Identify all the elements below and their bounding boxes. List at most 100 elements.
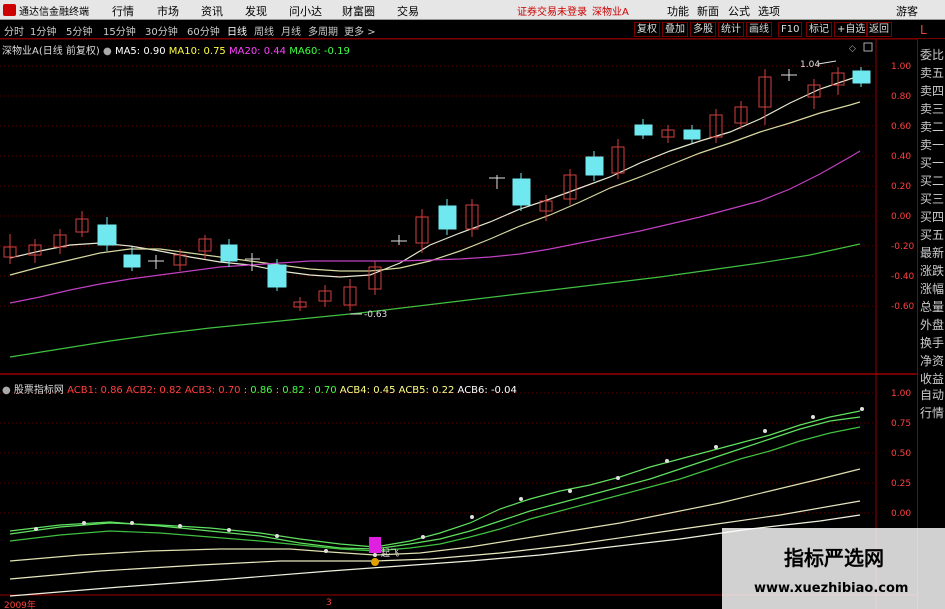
panel-buy1[interactable]: 买一 [920, 154, 945, 171]
panel-latest[interactable]: 最新 [920, 244, 945, 261]
panel-sell4[interactable]: 卖四 [920, 82, 945, 99]
tool-tongji[interactable]: 统计 [718, 22, 744, 37]
current-stock: 深物业A [592, 7, 629, 18]
acb-g2-label: : 0.82 [275, 385, 305, 396]
tool-f10[interactable]: F10 [778, 22, 803, 37]
panel-market[interactable]: 行情 [920, 404, 945, 421]
ma20-label: MA20: 0.44 [228, 46, 286, 57]
price-tick: 0.60 [891, 122, 912, 132]
diamond-icon[interactable]: ◇ [849, 44, 856, 54]
panel-buy2[interactable]: 买二 [920, 172, 945, 189]
panel-sell1[interactable]: 卖一 [920, 136, 945, 153]
signal-coin-icon [371, 558, 379, 566]
price-tick: -0.20 [891, 242, 915, 252]
right-info-panel: L 委比 卖五 卖四 卖三 卖二 卖一 买一 买二 买三 买四 买五 最新 涨跌… [917, 23, 945, 609]
acb5-label: ACB5: 0.22 [398, 385, 455, 396]
period-15min[interactable]: 15分钟 [103, 23, 136, 38]
panel-buy5[interactable]: 买五 [920, 226, 945, 243]
ma10-label: MA10: 0.75 [168, 46, 226, 57]
panel-change-pct[interactable]: 涨幅 [920, 280, 945, 297]
menu-item-gongshi[interactable]: 公式 [728, 3, 750, 19]
indicator-tick: 0.75 [891, 419, 912, 429]
period-1min[interactable]: 1分钟 [30, 23, 56, 38]
menu-item-wenxiaoda[interactable]: 问小达 [289, 3, 322, 19]
menu-item-hangqing[interactable]: 行情 [112, 3, 134, 19]
tool-fanhui[interactable]: 返回 [866, 22, 892, 37]
panel-buy3[interactable]: 买三 [920, 190, 945, 207]
ma60-label: MA60: -0.19 [289, 46, 350, 57]
chart-area: 1.04 -0.63 起飞 ◇ [0, 39, 917, 609]
tool-zixuan[interactable]: +自选 [834, 22, 869, 37]
panel-sell3[interactable]: 卖三 [920, 100, 945, 117]
period-weekly[interactable]: 周线 [254, 23, 274, 38]
period-daily[interactable]: 日线 [227, 23, 247, 38]
panel-turnover[interactable]: 换手 [920, 334, 945, 351]
indicator-tick: 1.00 [891, 389, 912, 399]
acb1-label: ACB1: 0.86 [67, 385, 123, 396]
tool-huaxian[interactable]: 画线 [746, 22, 772, 37]
period-30min[interactable]: 30分钟 [145, 23, 178, 38]
panel-netasset[interactable]: 净资 [920, 352, 945, 369]
ma20-line [9, 150, 861, 304]
tool-fuquan[interactable]: 复权 [634, 22, 660, 37]
tool-diejia[interactable]: 叠加 [662, 22, 688, 37]
acb6-label: ACB6: -0.04 [457, 385, 517, 396]
panel-auto[interactable]: 自动 [920, 386, 945, 403]
menu-item-xuanxiang[interactable]: 选项 [758, 3, 780, 19]
menu-item-xinmian[interactable]: 新面 [697, 3, 719, 19]
acb-g1-label: : 0.86 [243, 385, 273, 396]
panel-buy4[interactable]: 买四 [920, 208, 945, 225]
ma10-line [9, 101, 861, 276]
period-60min[interactable]: 60分钟 [187, 23, 220, 38]
menu-item-gongneng[interactable]: 功能 [667, 3, 689, 19]
maximize-icon[interactable] [863, 42, 873, 52]
panel-outer[interactable]: 外盘 [920, 316, 945, 333]
svg-text:-0.63: -0.63 [364, 310, 387, 320]
panel-sell2[interactable]: 卖二 [920, 118, 945, 135]
price-tick: 0.40 [891, 152, 912, 162]
indicator-tick: 0.00 [891, 509, 912, 519]
tool-duogu[interactable]: 多股 [690, 22, 716, 37]
circle-icon: ● [2, 385, 11, 396]
menu-item-jiaoyi[interactable]: 交易 [397, 3, 419, 19]
candlesticks [3, 67, 871, 311]
price-tick: 0.20 [891, 182, 912, 192]
panel-sell5[interactable]: 卖五 [920, 64, 945, 81]
chart2-legend: ● 股票指标网 ACB1: 0.86 ACB2: 0.82 ACB3: 0.70… [2, 381, 517, 396]
indicator-tick: 0.50 [891, 449, 912, 459]
app-title: 通达信金融终端 [19, 7, 89, 18]
menu-item-zixun[interactable]: 资讯 [201, 3, 223, 19]
tool-biaoji[interactable]: 标记 [806, 22, 832, 37]
menu-item-youke[interactable]: 游客 [896, 3, 918, 19]
panel-weibi[interactable]: 委比 [920, 46, 945, 63]
panel-earnings[interactable]: 收益 [920, 370, 945, 387]
acb-g3-label: : 0.70 [307, 385, 337, 396]
chart1-legend: 深物业A(日线 前复权) ● MA5: 0.90 MA10: 0.75 MA20… [2, 42, 350, 57]
menu-item-faxian[interactable]: 发现 [245, 3, 267, 19]
x-label-year: 2009年 [4, 601, 36, 609]
indicator-tick: 0.25 [891, 479, 912, 489]
circle-icon: ● [103, 46, 112, 57]
chart2-title: 股票指标网 [13, 385, 64, 396]
watermark-overlay: 指标严选网 www.xuezhibiao.com [722, 528, 945, 609]
period-5min[interactable]: 5分钟 [66, 23, 92, 38]
login-status: 证券交易未登录 [517, 7, 587, 18]
acb4-label: ACB4: 0.45 [339, 385, 396, 396]
watermark-title: 指标严选网 [784, 546, 884, 570]
price-tick: -0.40 [891, 272, 915, 282]
period-monthly[interactable]: 月线 [281, 23, 301, 38]
period-multi[interactable]: 多周期 [308, 23, 338, 38]
period-more[interactable]: 更多 > [344, 23, 376, 38]
menu-item-shichang[interactable]: 市场 [157, 3, 179, 19]
price-tick: 1.00 [891, 62, 912, 72]
panel-change[interactable]: 涨跌 [920, 262, 945, 279]
menu-item-caifuquan[interactable]: 财富圈 [342, 3, 375, 19]
period-fenshi[interactable]: 分时 [4, 23, 24, 38]
signal-marker [369, 537, 381, 553]
panel-volume[interactable]: 总量 [920, 298, 945, 315]
low-annotation: -0.63 [350, 310, 387, 320]
svg-text:1.04: 1.04 [800, 60, 820, 70]
panel-l-icon[interactable]: L [920, 23, 927, 37]
period-toolbar: 分时 1分钟 5分钟 15分钟 30分钟 60分钟 日线 周线 月线 多周期 更… [0, 20, 945, 39]
high-annotation: 1.04 [800, 60, 837, 70]
